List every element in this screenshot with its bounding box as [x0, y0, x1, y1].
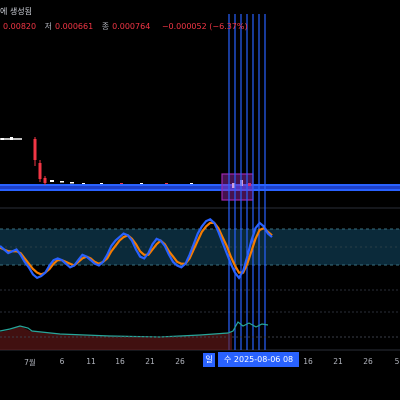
crosshair-time: 08 — [282, 355, 294, 364]
chart-header: 에 생성됨 0.00820 저 0.000661 종 0.000764 −0.000… — [0, 0, 400, 36]
crosshair-date-badge: 수 2025-08-06 08 — [218, 352, 300, 367]
time-axis-label: 7월 — [24, 358, 36, 367]
time-axis-label: 16 — [303, 357, 313, 366]
time-axis-label: 21 — [333, 357, 343, 366]
highlight-band-inner — [0, 186, 400, 189]
crosshair-day-badge: 일 — [203, 353, 215, 367]
time-axis-label: 5 — [394, 357, 400, 366]
chart-canvas[interactable] — [0, 0, 400, 400]
ohlc-values: 0.00820 저 0.000661 종 0.000764 −0.000052 (−… — [0, 21, 254, 32]
selection-box[interactable] — [221, 173, 254, 201]
time-axis-label: 21 — [145, 357, 155, 366]
oscillator-fill — [0, 326, 232, 350]
chart-title: 에 생성됨 — [0, 7, 32, 16]
crosshair-date: 수 2025-08-06 — [224, 355, 281, 364]
time-axis-label: 11 — [86, 357, 96, 366]
chart-window[interactable]: 에 생성됨 0.00820 저 0.000661 종 0.000764 −0.000… — [0, 0, 400, 400]
time-axis-label: 26 — [175, 357, 185, 366]
time-axis-label: 6 — [59, 357, 65, 366]
price-candles — [0, 137, 251, 188]
ohlc-item: 종 0.000764 — [101, 22, 151, 31]
ohlc-item: 저 0.000661 — [44, 22, 94, 31]
time-axis-label: 16 — [115, 357, 125, 366]
ohlc-item: −0.000052 (−6.37%) — [161, 22, 248, 31]
crosshair-lines — [228, 14, 266, 350]
time-axis-label: 26 — [363, 357, 373, 366]
ohlc-item: 0.00820 — [3, 22, 37, 31]
